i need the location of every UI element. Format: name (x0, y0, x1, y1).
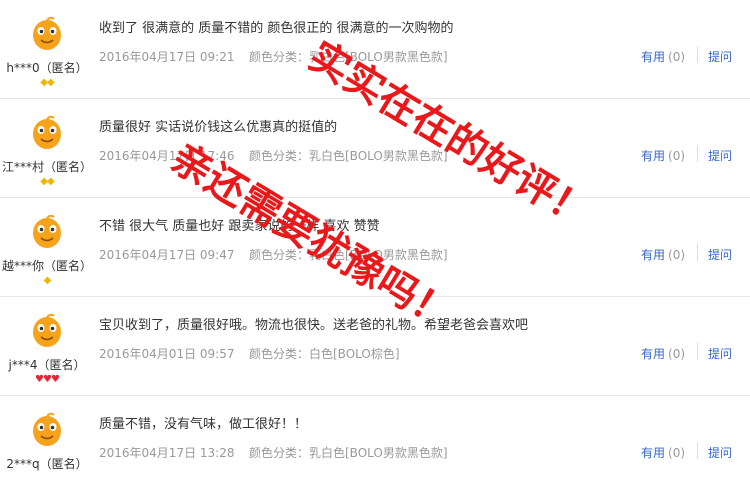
diamond-icon: ◆◆ (40, 176, 54, 187)
diamond-icon: ◆ (43, 275, 52, 286)
review-text: 宝贝收到了，质量很好哦。物流也很快。送老爸的礼物。希望老爸会喜欢吧 (99, 318, 529, 333)
useful-count: (0) (668, 149, 686, 163)
user-name: h***0（匿名） (6, 61, 88, 75)
review-user: 2***q（匿名） (0, 396, 94, 495)
review-item: 江***村（匿名） ◆◆ 质量很好 实话说价钱这么优惠真的挺值的 2016年04… (0, 99, 750, 198)
ask-button[interactable]: 提问 (708, 48, 732, 65)
review-date: 2016年04月17日 17:46 (99, 149, 235, 163)
review-item: 越***你（匿名） ◆ 不错 很大气 质量也好 跟卖家说的一样 喜欢 赞赞 20… (0, 198, 750, 297)
review-date: 2016年04月17日 13:28 (99, 446, 235, 460)
useful-button[interactable]: 有用 (0) (641, 444, 685, 461)
useful-label: 有用 (641, 248, 666, 262)
review-text: 质量很好 实话说价钱这么优惠真的挺值的 (99, 120, 338, 135)
useful-label: 有用 (641, 149, 666, 163)
review-item: j***4（匿名） ♥♥♥ 宝贝收到了，质量很好哦。物流也很快。送老爸的礼物。希… (0, 297, 750, 396)
review-user: 江***村（匿名） ◆◆ (0, 99, 94, 198)
heart-icon: ♥♥♥ (35, 374, 60, 385)
avatar (27, 15, 67, 55)
useful-count: (0) (668, 347, 686, 361)
divider (697, 343, 698, 360)
review-text: 不错 很大气 质量也好 跟卖家说的一样 喜欢 赞赞 (99, 219, 380, 234)
ask-button[interactable]: 提问 (708, 444, 732, 461)
avatar (27, 312, 67, 352)
user-name: 江***村（匿名） (1, 160, 92, 174)
useful-button[interactable]: 有用 (0) (641, 48, 685, 65)
ask-button[interactable]: 提问 (708, 345, 732, 362)
useful-button[interactable]: 有用 (0) (641, 246, 685, 263)
user-name: 越***你（匿名） (1, 259, 92, 273)
useful-label: 有用 (641, 50, 666, 64)
review-date: 2016年04月01日 09:57 (99, 347, 235, 361)
review-spec: 颜色分类：乳白色[BOLO男款黑色款] (249, 248, 448, 262)
review-user: h***0（匿名） ◆◆ (0, 0, 94, 99)
useful-count: (0) (668, 446, 686, 460)
useful-label: 有用 (641, 347, 666, 361)
ask-button[interactable]: 提问 (708, 246, 732, 263)
divider (697, 46, 698, 63)
review-date: 2016年04月17日 09:47 (99, 248, 235, 262)
divider (697, 244, 698, 261)
review-text: 收到了 很满意的 质量不错的 颜色很正的 很满意的一次购物的 (99, 21, 454, 36)
user-name: j***4（匿名） (8, 358, 86, 372)
review-text: 质量不错，没有气味，做工很好！！ (99, 417, 308, 432)
divider (697, 145, 698, 162)
review-spec: 颜色分类：白色[BOLO棕色] (249, 347, 400, 361)
avatar (27, 411, 67, 451)
useful-count: (0) (668, 50, 686, 64)
review-spec: 颜色分类：乳白色[BOLO男款黑色款] (249, 50, 448, 64)
review-spec: 颜色分类：乳白色[BOLO男款黑色款] (249, 149, 448, 163)
diamond-icon: ◆◆ (40, 77, 54, 88)
review-spec: 颜色分类：乳白色[BOLO男款黑色款] (249, 446, 448, 460)
review-item: h***0（匿名） ◆◆ 收到了 很满意的 质量不错的 颜色很正的 很满意的一次… (0, 0, 750, 99)
review-user: j***4（匿名） ♥♥♥ (0, 297, 94, 396)
review-user: 越***你（匿名） ◆ (0, 198, 94, 297)
useful-count: (0) (668, 248, 686, 262)
divider (697, 442, 698, 459)
user-name: 2***q（匿名） (6, 457, 88, 471)
avatar (27, 213, 67, 253)
ask-button[interactable]: 提问 (708, 147, 732, 164)
useful-label: 有用 (641, 446, 666, 460)
review-item: 2***q（匿名） 质量不错，没有气味，做工很好！！ 2016年04月17日 1… (0, 396, 750, 495)
avatar (27, 114, 67, 154)
useful-button[interactable]: 有用 (0) (641, 345, 685, 362)
review-date: 2016年04月17日 09:21 (99, 50, 235, 64)
useful-button[interactable]: 有用 (0) (641, 147, 685, 164)
